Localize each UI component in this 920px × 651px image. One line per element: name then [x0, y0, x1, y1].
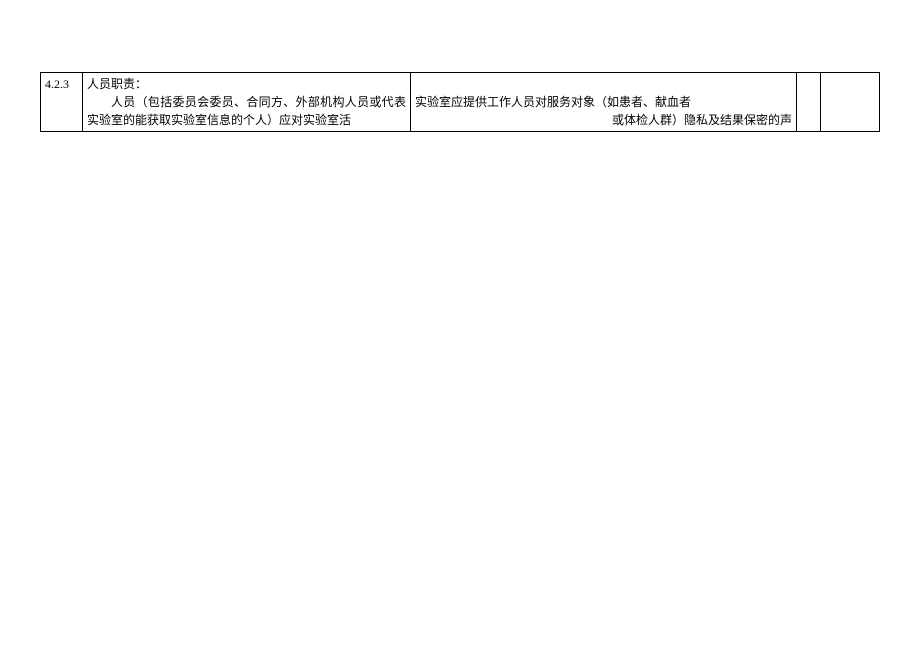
empty-cell-1	[797, 73, 821, 131]
clause-number-cell: 4.2.3	[41, 73, 83, 131]
description-cell: 人员职责： 人员（包括委员会委员、合同方、外部机构人员或代表实验室的能获取实验室…	[83, 73, 411, 131]
empty-cell-2	[821, 73, 879, 131]
clause-number: 4.2.3	[45, 77, 69, 91]
requirement-cell: 实验室应提供工作人员对服务对象（如患者、献血者 或体检人群）隐私及结果保密的声	[411, 73, 797, 131]
requirement-line1: 实验室应提供工作人员对服务对象（如患者、献血者	[415, 93, 792, 111]
description-body: 人员（包括委员会委员、合同方、外部机构人员或代表实验室的能获取实验室信息的个人）…	[87, 93, 406, 129]
requirement-line2: 或体检人群）隐私及结果保密的声	[415, 111, 792, 129]
description-title: 人员职责：	[87, 75, 406, 93]
table-row: 4.2.3 人员职责： 人员（包括委员会委员、合同方、外部机构人员或代表实验室的…	[40, 72, 880, 132]
